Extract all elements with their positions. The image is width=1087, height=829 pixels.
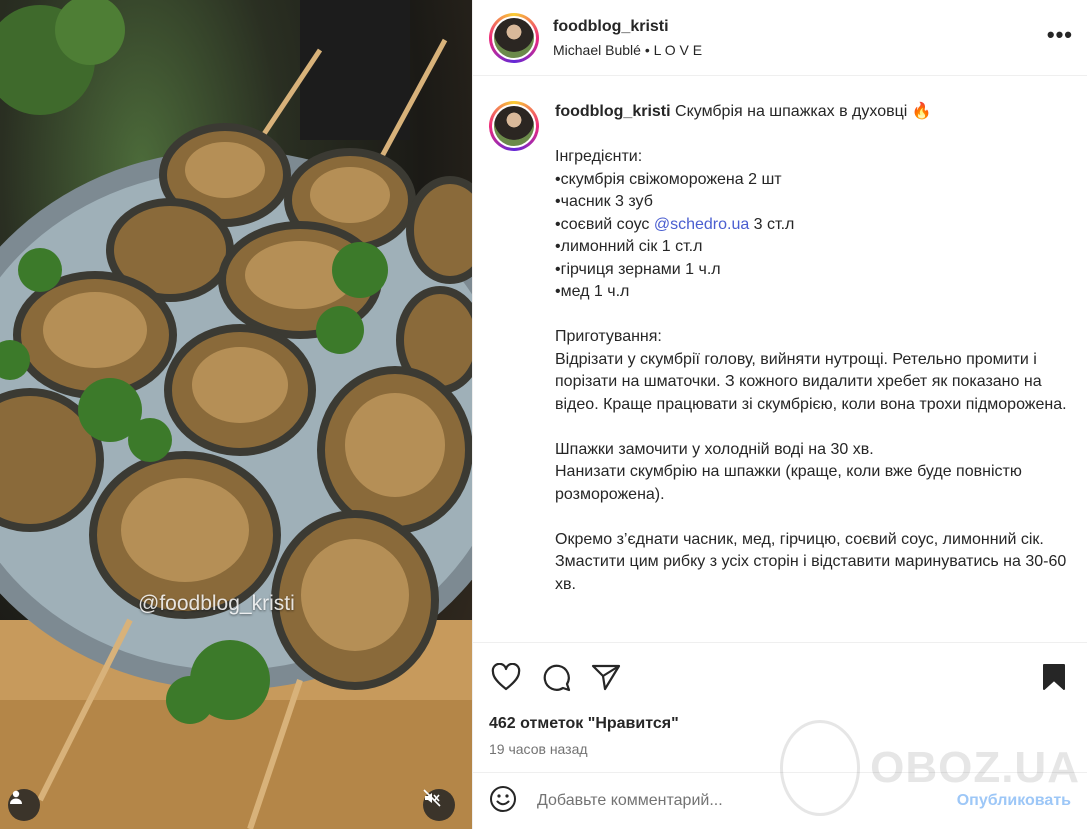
ingredient-item: •соєвий соус — [555, 215, 654, 233]
comment-input[interactable]: Добавьте комментарий... — [537, 792, 957, 810]
ingredient-amount: 3 ст.л — [749, 215, 795, 233]
post-actions: 462 отметок "Нравится" 19 часов назад — [473, 642, 1087, 772]
publish-comment-button[interactable]: Опубликовать — [957, 792, 1071, 810]
emoji-button[interactable] — [489, 785, 517, 818]
comment-icon — [543, 664, 571, 692]
ingredient-item: •часник 3 зуб — [555, 193, 653, 210]
header-username[interactable]: foodblog_kristi — [553, 18, 702, 36]
media-watermark: @foodblog_kristi — [138, 592, 295, 615]
like-button[interactable] — [489, 660, 523, 694]
caption-text: foodblog_kristi Скумбрія на шпажках в ду… — [555, 101, 1070, 596]
mention-link[interactable]: @schedro.ua — [654, 216, 749, 233]
muted-speaker-icon — [423, 789, 441, 807]
ingredient-item: •гірчиця зернами 1 ч.л — [555, 260, 721, 278]
preparation-step: Змастити цим рибку з усіх сторін і відст… — [555, 553, 1067, 593]
more-options-button[interactable]: ••• — [1047, 22, 1073, 48]
heart-icon — [491, 663, 521, 691]
music-info[interactable]: Michael Bublé • L O V E — [553, 42, 702, 58]
comment-bar: Добавьте комментарий... Опубликовать — [473, 772, 1087, 829]
share-button[interactable] — [589, 660, 623, 694]
user-tag-button[interactable] — [8, 789, 40, 821]
preparation-step: Нанизати скумбрію на шпажки (краще, коли… — [555, 463, 1022, 503]
save-button[interactable] — [1037, 660, 1071, 694]
caption-story-ring[interactable] — [489, 101, 539, 151]
more-horizontal-icon: ••• — [1046, 22, 1073, 47]
comment-button[interactable] — [539, 660, 573, 694]
preparation-heading: Приготування: — [555, 328, 662, 345]
food-photo — [0, 0, 472, 829]
bookmark-icon — [1043, 664, 1065, 690]
ingredients-heading: Інгредієнти: — [555, 148, 643, 165]
post-header: foodblog_kristi Michael Bublé • L O V E … — [473, 0, 1087, 76]
story-ring[interactable] — [489, 12, 539, 63]
post-side-panel: foodblog_kristi Michael Bublé • L O V E … — [472, 0, 1087, 829]
preparation-step: Окремо з’єднати часник, мед, гірчицю, со… — [555, 530, 1044, 548]
emoji-icon — [490, 785, 516, 812]
post-media[interactable]: @foodblog_kristi — [0, 0, 472, 829]
user-icon — [10, 790, 22, 804]
caption-title: Скумбрія на шпажках в духовці — [675, 103, 908, 120]
fire-emoji: 🔥 — [911, 103, 932, 120]
preparation-step: Відрізати у скумбрії голову, вийняти нут… — [555, 350, 1067, 413]
ingredient-item: •лимонний сік 1 ст.л — [555, 238, 703, 255]
mute-button[interactable] — [423, 789, 455, 821]
post-timestamp[interactable]: 19 часов назад — [489, 741, 1071, 757]
caption-scroll-area[interactable]: foodblog_kristi Скумбрія на шпажках в ду… — [473, 77, 1087, 642]
caption-avatar[interactable] — [494, 106, 534, 146]
preparation-step: Шпажки замочити у холодній воді на 30 хв… — [555, 440, 874, 458]
ingredient-item: •мед 1 ч.л — [555, 283, 630, 300]
likes-count[interactable]: 462 отметок "Нравится" — [489, 715, 1071, 733]
avatar[interactable] — [494, 17, 534, 58]
ingredient-item: •скумбрія свіжоморожена 2 шт — [555, 170, 782, 188]
send-icon — [591, 664, 621, 691]
caption-username[interactable]: foodblog_kristi — [555, 103, 671, 120]
